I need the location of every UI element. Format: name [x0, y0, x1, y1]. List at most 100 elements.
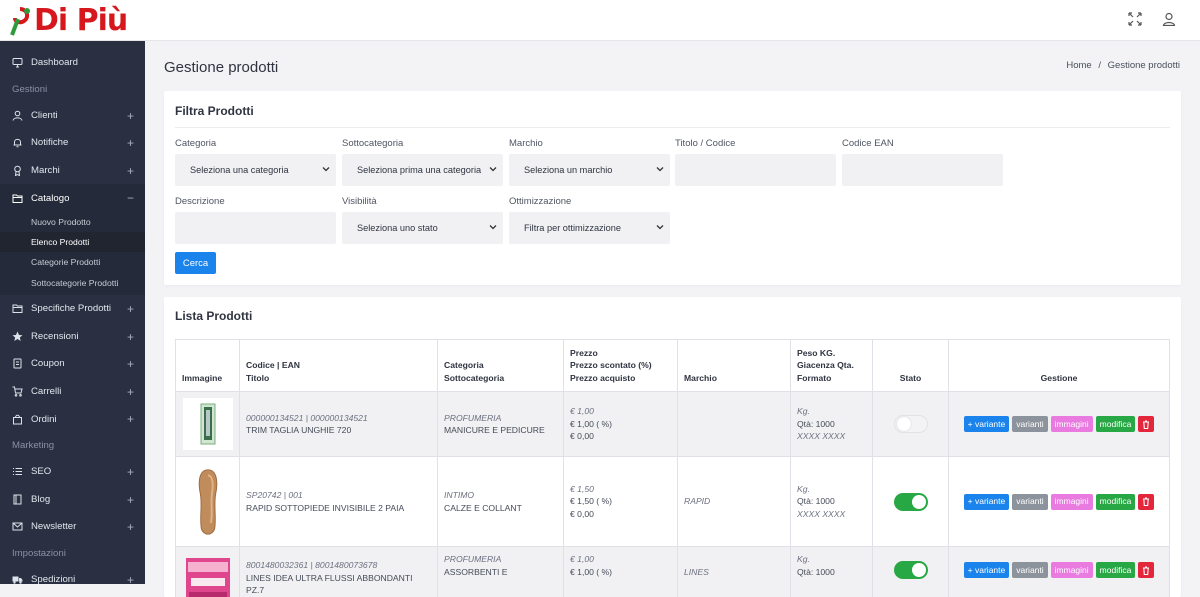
product-category: PROFUMERIA: [444, 413, 501, 423]
header-label: Gestione: [1041, 373, 1078, 383]
sidebar-item-seo[interactable]: SEO +: [0, 458, 145, 486]
sidebar-item-newsletter[interactable]: Newsletter +: [0, 513, 145, 541]
delete-button[interactable]: [1138, 494, 1154, 510]
images-button[interactable]: immagini: [1051, 562, 1093, 578]
product-image[interactable]: [183, 398, 233, 450]
user-icon[interactable]: [1162, 12, 1176, 26]
breadcrumb-home[interactable]: Home: [1066, 60, 1091, 71]
sidebar-item-clienti[interactable]: Clienti +: [0, 102, 145, 130]
sidebar-item-label: Dashboard: [31, 57, 78, 68]
expand-icon[interactable]: +: [127, 573, 134, 587]
sidebar-item-blog[interactable]: Blog +: [0, 486, 145, 514]
expand-icon[interactable]: +: [127, 164, 134, 178]
trash-icon: [1142, 420, 1150, 429]
folder-icon: [12, 303, 23, 314]
variants-button[interactable]: varianti: [1012, 494, 1047, 510]
sidebar-item-dashboard[interactable]: Dashboard: [0, 49, 145, 77]
marchio-cell: [678, 392, 791, 457]
add-variant-button[interactable]: + variante: [964, 416, 1010, 432]
product-price: € 1,00: [570, 554, 594, 564]
status-toggle[interactable]: [894, 493, 928, 511]
sidebar-item-label: Spedizioni: [31, 574, 75, 585]
add-variant-button[interactable]: + variante: [964, 494, 1010, 510]
expand-icon[interactable]: +: [127, 412, 134, 426]
expand-icon[interactable]: +: [127, 330, 134, 344]
product-image-cell: [176, 457, 240, 547]
categoria-select[interactable]: Seleziona una categoria: [175, 154, 336, 186]
breadcrumb: Home / Gestione prodotti: [1066, 60, 1180, 71]
product-image[interactable]: [183, 554, 233, 597]
sidebar-item-spedizioni[interactable]: Spedizioni +: [0, 566, 145, 594]
expand-icon[interactable]: +: [127, 302, 134, 316]
list-title: Lista Prodotti: [175, 309, 252, 323]
delete-button[interactable]: [1138, 416, 1154, 432]
codice-ean-label: Codice EAN: [842, 138, 894, 149]
search-button[interactable]: Cerca: [175, 252, 216, 274]
expand-icon[interactable]: +: [127, 109, 134, 123]
table-row[interactable]: SP20742 | 001RAPID SOTTOPIEDE INVISIBILE…: [176, 457, 1170, 547]
expand-icon[interactable]: +: [127, 520, 134, 534]
user-icon: [12, 110, 23, 121]
sidebar-item-notifiche[interactable]: Notifiche +: [0, 129, 145, 157]
sottocategoria-select[interactable]: Seleziona prima una categoria: [342, 154, 503, 186]
expand-icon[interactable]: +: [127, 493, 134, 507]
header-label: Immagine: [182, 373, 222, 383]
sidebar-subitem-sottocategorie-prodotti[interactable]: Sottocategorie Prodotti: [0, 272, 145, 295]
edit-button[interactable]: modifica: [1096, 416, 1136, 432]
visibilita-select[interactable]: Seleziona uno stato: [342, 212, 503, 244]
ottimizzazione-select[interactable]: Filtra per ottimizzazione: [509, 212, 670, 244]
sidebar-item-marchi[interactable]: Marchi +: [0, 157, 145, 185]
status-toggle[interactable]: [894, 415, 928, 433]
marchio-cell: LINES: [678, 547, 791, 597]
expand-icon[interactable]: +: [127, 385, 134, 399]
sidebar-item-carrelli[interactable]: Carrelli +: [0, 378, 145, 406]
expand-icon[interactable]: +: [127, 136, 134, 150]
status-toggle[interactable]: [894, 561, 928, 579]
sidebar-section-gestioni: Gestioni: [0, 77, 145, 102]
sidebar-item-label: Notifiche: [31, 137, 68, 148]
product-qty: Qtà: 1000: [797, 419, 835, 429]
sidebar-item-coupon[interactable]: Coupon +: [0, 350, 145, 378]
marchio-label: Marchio: [509, 138, 543, 149]
fullscreen-icon[interactable]: [1128, 12, 1142, 26]
header-label: Peso KG.: [797, 348, 835, 358]
marchio-select[interactable]: Seleziona un marchio: [509, 154, 670, 186]
edit-button[interactable]: modifica: [1096, 562, 1136, 578]
descrizione-input[interactable]: [175, 212, 336, 244]
truck-icon: [12, 574, 23, 585]
product-qty: Qtà: 1000: [797, 496, 835, 506]
book-icon: [12, 494, 23, 505]
sidebar-subitem-elenco-prodotti[interactable]: Elenco Prodotti: [0, 232, 145, 252]
expand-icon[interactable]: +: [127, 465, 134, 479]
peso-cell: Kg.Qtà: 1000XXXX XXXX: [791, 457, 873, 547]
top-bar: Di Più: [0, 0, 1200, 41]
table-row[interactable]: 000000134521 | 000000134521TRIM TAGLIA U…: [176, 392, 1170, 457]
col-codice-titolo: Codice | EANTitolo: [240, 340, 438, 392]
delete-button[interactable]: [1138, 562, 1154, 578]
sidebar-item-specifiche-prodotti[interactable]: Specifiche Prodotti +: [0, 295, 145, 323]
sidebar-item-recensioni[interactable]: Recensioni +: [0, 323, 145, 351]
chevron-down-icon: [322, 165, 330, 173]
sidebar-item-ordini[interactable]: Ordini +: [0, 405, 145, 433]
edit-button[interactable]: modifica: [1096, 494, 1136, 510]
expand-icon[interactable]: +: [127, 357, 134, 371]
product-discount-price: € 1,50 ( %): [570, 496, 612, 506]
header-label: Prezzo scontato (%): [570, 360, 652, 370]
product-subcategory: ASSORBENTI E: [444, 567, 508, 577]
variants-button[interactable]: varianti: [1012, 416, 1047, 432]
sidebar-subitem-categorie-prodotti[interactable]: Categorie Prodotti: [0, 252, 145, 272]
logo[interactable]: Di Più: [6, 3, 127, 39]
images-button[interactable]: immagini: [1051, 494, 1093, 510]
add-variant-button[interactable]: + variante: [964, 562, 1010, 578]
variants-button[interactable]: varianti: [1012, 562, 1047, 578]
categoria-cell: PROFUMERIAASSORBENTI E: [438, 547, 564, 597]
table-row[interactable]: 8001480032361 | 8001480073678LINES IDEA …: [176, 547, 1170, 597]
sidebar-subitem-nuovo-prodotto[interactable]: Nuovo Prodotto: [0, 212, 145, 232]
codice-ean-input[interactable]: [842, 154, 1003, 186]
titolo-codice-input[interactable]: [675, 154, 836, 186]
stato-cell: [873, 392, 949, 457]
collapse-icon[interactable]: −: [127, 191, 134, 205]
product-image[interactable]: [183, 466, 233, 538]
sidebar-item-catalogo[interactable]: Catalogo −: [0, 184, 145, 212]
images-button[interactable]: immagini: [1051, 416, 1093, 432]
